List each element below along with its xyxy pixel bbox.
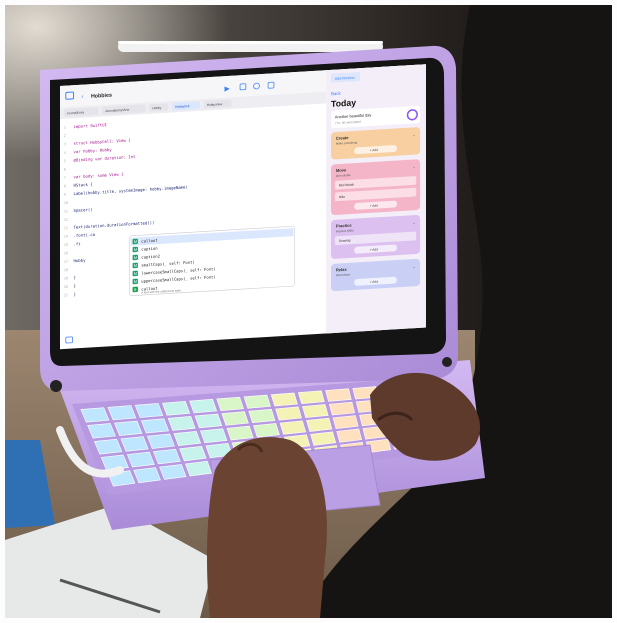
code-line[interactable]: Hobby [74, 258, 87, 264]
card-row-label: Hike [339, 195, 346, 199]
keyboard-key [134, 403, 164, 418]
keyboard-key [173, 430, 202, 446]
run-icon[interactable]: ▶ [225, 84, 231, 92]
keyboard-key [140, 418, 170, 434]
keyboard-key [80, 407, 110, 423]
add-button-label: + Add [370, 204, 378, 209]
kind-badge-letter: M [134, 271, 137, 276]
keyboard-key [325, 388, 352, 402]
line-number: 20 [64, 285, 68, 289]
left-hand [207, 437, 327, 618]
line-number: 17 [64, 260, 68, 264]
keyboard-key [306, 417, 333, 432]
keyboard-key [279, 420, 307, 435]
keyboard-key [221, 411, 249, 426]
project-title: Hobbies [91, 93, 112, 100]
line-number: 1 [64, 126, 66, 130]
line-number: 12 [64, 218, 68, 222]
code-line[interactable]: .fi [74, 241, 82, 246]
scene-svg: ‹ Hobbies ▶ JournalEntry JournalEntryView… [0, 0, 617, 623]
keyboard-key [120, 436, 149, 452]
line-number: 21 [64, 293, 68, 297]
kind-badge-letter: M [134, 263, 137, 268]
keyboard-key [114, 420, 143, 436]
tablet-screen: ‹ Hobbies ▶ JournalEntry JournalEntryView… [60, 64, 426, 350]
line-number: 16 [64, 251, 68, 255]
keyboard-key [189, 398, 218, 414]
chevron-down-icon[interactable]: ⌄ [412, 132, 415, 137]
keyboard-key [185, 460, 213, 477]
keyboard-key [200, 428, 228, 444]
keyboard-key [302, 404, 329, 418]
card-title: Relax [336, 267, 348, 273]
add-button-label: + Add [370, 247, 378, 252]
card-title: Move [336, 167, 347, 173]
line-number: 19 [64, 276, 68, 280]
keyboard-key [153, 448, 181, 465]
keyboard-key [332, 415, 359, 429]
keyboard-key [146, 433, 175, 449]
line-number: 3 [64, 142, 66, 146]
back-chevron-icon[interactable]: ‹ [81, 94, 83, 100]
keyboard-key [107, 405, 137, 421]
code-line[interactable]: } [74, 283, 76, 288]
kind-badge-letter: S [134, 287, 137, 292]
keyboard-key [161, 401, 191, 416]
line-number: 9 [64, 193, 66, 197]
keyboard-key [275, 406, 302, 421]
keyboard-key [328, 401, 356, 416]
line-number: 7 [64, 176, 66, 180]
keyboard-key [194, 413, 223, 429]
case-button [442, 357, 452, 367]
code-line[interactable]: } [74, 275, 76, 280]
line-number: 14 [64, 234, 68, 238]
kind-badge-letter: M [134, 239, 137, 244]
autocomplete-item[interactable]: caption [141, 246, 157, 252]
keyboard-key [126, 451, 155, 468]
autocomplete-item[interactable]: callout [141, 238, 157, 244]
card-row-label: Drawing [339, 238, 351, 243]
keyboard-key [253, 423, 280, 438]
autocomplete-popup[interactable]: McalloutM captionM caption2M smallCaps(_ se… [129, 225, 295, 296]
line-number: 15 [64, 243, 68, 247]
keyboard-key [133, 467, 161, 484]
keyboard-key [310, 431, 337, 446]
kind-badge-letter: M [134, 247, 137, 252]
keyboard-key [179, 445, 207, 462]
activity-cards: CreateMake something⌄+ AddMoveGet outsid… [331, 127, 421, 292]
line-number: 4 [64, 151, 66, 155]
kind-badge-letter: M [134, 255, 137, 260]
keyboard-key [336, 428, 362, 443]
line-number: 8 [64, 184, 66, 188]
keyboard-key [226, 425, 254, 441]
preview-title: Today [331, 97, 356, 109]
chevron-down-icon[interactable]: ⌄ [412, 164, 415, 169]
file-tab-label: Hobby [152, 106, 161, 111]
keyboard-key [159, 464, 187, 480]
keyboard-key [248, 408, 276, 424]
keyboard-key [243, 394, 271, 409]
line-number: 11 [64, 209, 68, 213]
add-button-label: + Add [370, 148, 378, 153]
line-number: 18 [64, 268, 68, 272]
code-line[interactable]: } [74, 292, 76, 297]
keyboard-key [87, 423, 116, 439]
line-number: 13 [64, 226, 68, 230]
case-button [50, 380, 62, 392]
line-number: 5 [64, 159, 66, 163]
keyboard-key [297, 390, 325, 405]
line-number: 2 [64, 134, 66, 138]
add-button-label: + Add [370, 280, 378, 285]
keyboard-key [216, 396, 244, 411]
preview-back-link[interactable]: Back [331, 91, 341, 97]
card-title: Create [336, 135, 349, 141]
keyboard-key [167, 416, 196, 431]
chevron-down-icon[interactable]: ⌄ [412, 220, 415, 225]
kind-badge-letter: M [134, 279, 137, 284]
keyboard-key [270, 392, 298, 407]
chevron-down-icon[interactable]: ⌄ [412, 264, 415, 269]
line-number: 10 [64, 201, 68, 205]
line-number: 6 [64, 167, 66, 171]
photo-scene: ‹ Hobbies ▶ JournalEntry JournalEntryView… [0, 0, 617, 623]
